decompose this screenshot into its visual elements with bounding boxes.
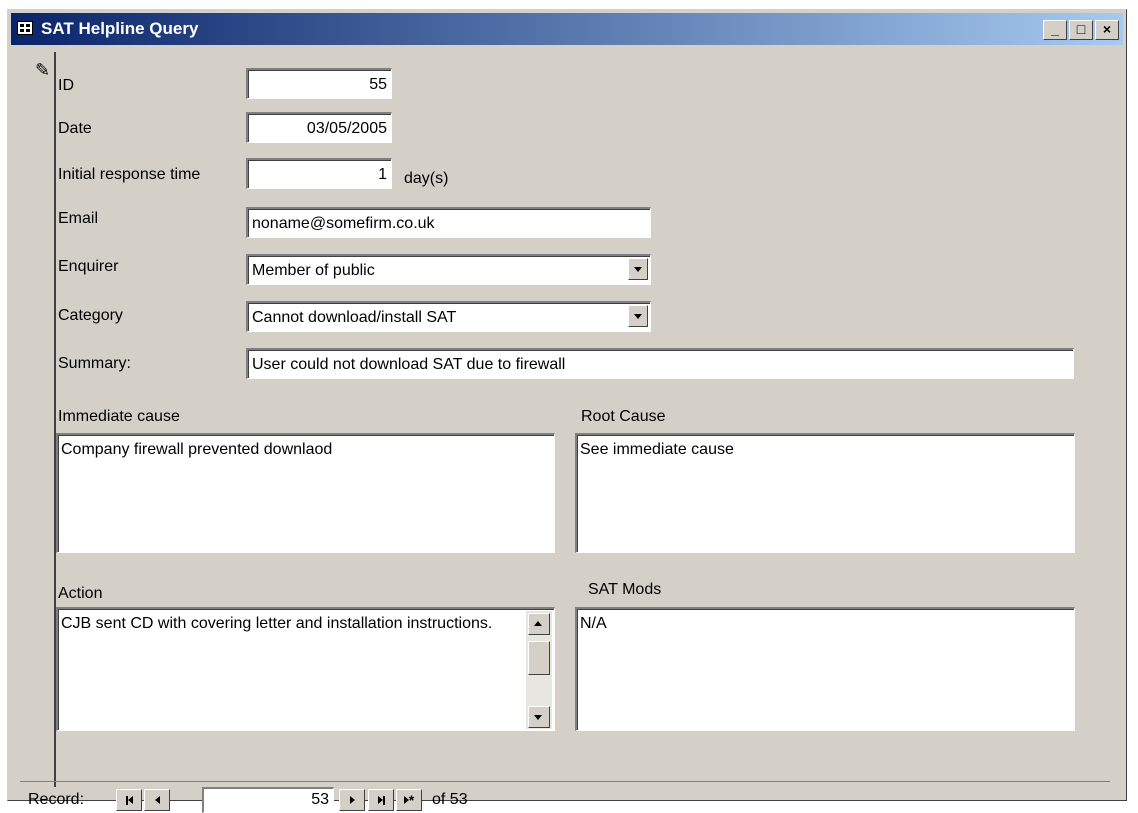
- root-cause-label: Root Cause: [581, 408, 666, 425]
- record-navigation-bar: Record: 53 * of 53: [20, 781, 1110, 813]
- last-record-button[interactable]: [368, 789, 394, 811]
- next-icon: [349, 796, 355, 804]
- chevron-down-icon: [534, 715, 542, 720]
- scroll-down-button[interactable]: [528, 706, 550, 728]
- record-label: Record:: [28, 791, 85, 808]
- category-dropdown[interactable]: Cannot download/install SAT: [246, 301, 651, 332]
- scroll-thumb[interactable]: [528, 641, 550, 675]
- enquirer-value: Member of public: [252, 262, 375, 279]
- first-record-button[interactable]: [116, 789, 142, 811]
- email-field[interactable]: noname@somefirm.co.uk: [246, 207, 651, 238]
- id-label: ID: [58, 77, 74, 94]
- title-bar[interactable]: SAT Helpline Query _ □ ×: [11, 13, 1123, 45]
- chevron-down-icon: [634, 267, 642, 272]
- category-value: Cannot download/install SAT: [252, 309, 457, 326]
- action-scrollbar[interactable]: [526, 611, 552, 729]
- scroll-up-button[interactable]: [528, 613, 550, 635]
- response-time-label: Initial response time: [58, 166, 201, 183]
- immediate-cause-label: Immediate cause: [58, 408, 180, 425]
- enquirer-dropdown-button[interactable]: [628, 258, 648, 280]
- summary-field[interactable]: User could not download SAT due to firew…: [246, 348, 1074, 379]
- response-unit-label: day(s): [404, 170, 449, 187]
- maximize-button[interactable]: □: [1069, 20, 1093, 40]
- close-button[interactable]: ×: [1095, 20, 1119, 40]
- chevron-up-icon: [534, 621, 542, 626]
- access-form-window: SAT Helpline Query _ □ × ✎ ID 55 Date 03…: [7, 9, 1127, 813]
- date-field[interactable]: 03/05/2005: [246, 112, 392, 143]
- email-label: Email: [58, 210, 99, 227]
- response-time-field[interactable]: 1: [246, 158, 392, 189]
- window-title: SAT Helpline Query: [41, 19, 199, 38]
- enquirer-dropdown[interactable]: Member of public: [246, 254, 651, 285]
- current-record-field[interactable]: 53: [202, 787, 334, 813]
- action-label: Action: [58, 585, 103, 602]
- next-record-button[interactable]: [339, 789, 365, 811]
- category-label: Category: [58, 307, 123, 324]
- minimize-button[interactable]: _: [1043, 20, 1067, 40]
- previous-icon: [154, 796, 160, 804]
- record-selector[interactable]: ✎: [20, 52, 56, 787]
- action-field[interactable]: CJB sent CD with covering letter and ins…: [56, 607, 555, 731]
- action-text: CJB sent CD with covering letter and ins…: [61, 615, 493, 632]
- summary-label: Summary:: [58, 355, 131, 372]
- sat-mods-label: SAT Mods: [588, 581, 662, 598]
- root-cause-field[interactable]: See immediate cause: [575, 433, 1075, 553]
- sat-mods-field[interactable]: N/A: [575, 607, 1075, 731]
- enquirer-label: Enquirer: [58, 258, 119, 275]
- form-icon: [17, 21, 33, 35]
- id-field[interactable]: 55: [246, 68, 392, 99]
- category-dropdown-button[interactable]: [628, 305, 648, 327]
- chevron-down-icon: [634, 314, 642, 319]
- date-label: Date: [58, 120, 92, 137]
- new-record-button[interactable]: *: [396, 789, 422, 811]
- pencil-icon: ✎: [35, 60, 51, 80]
- immediate-cause-field[interactable]: Company firewall prevented downlaod: [56, 433, 555, 553]
- previous-record-button[interactable]: [144, 789, 170, 811]
- record-count-label: of 53: [432, 791, 468, 808]
